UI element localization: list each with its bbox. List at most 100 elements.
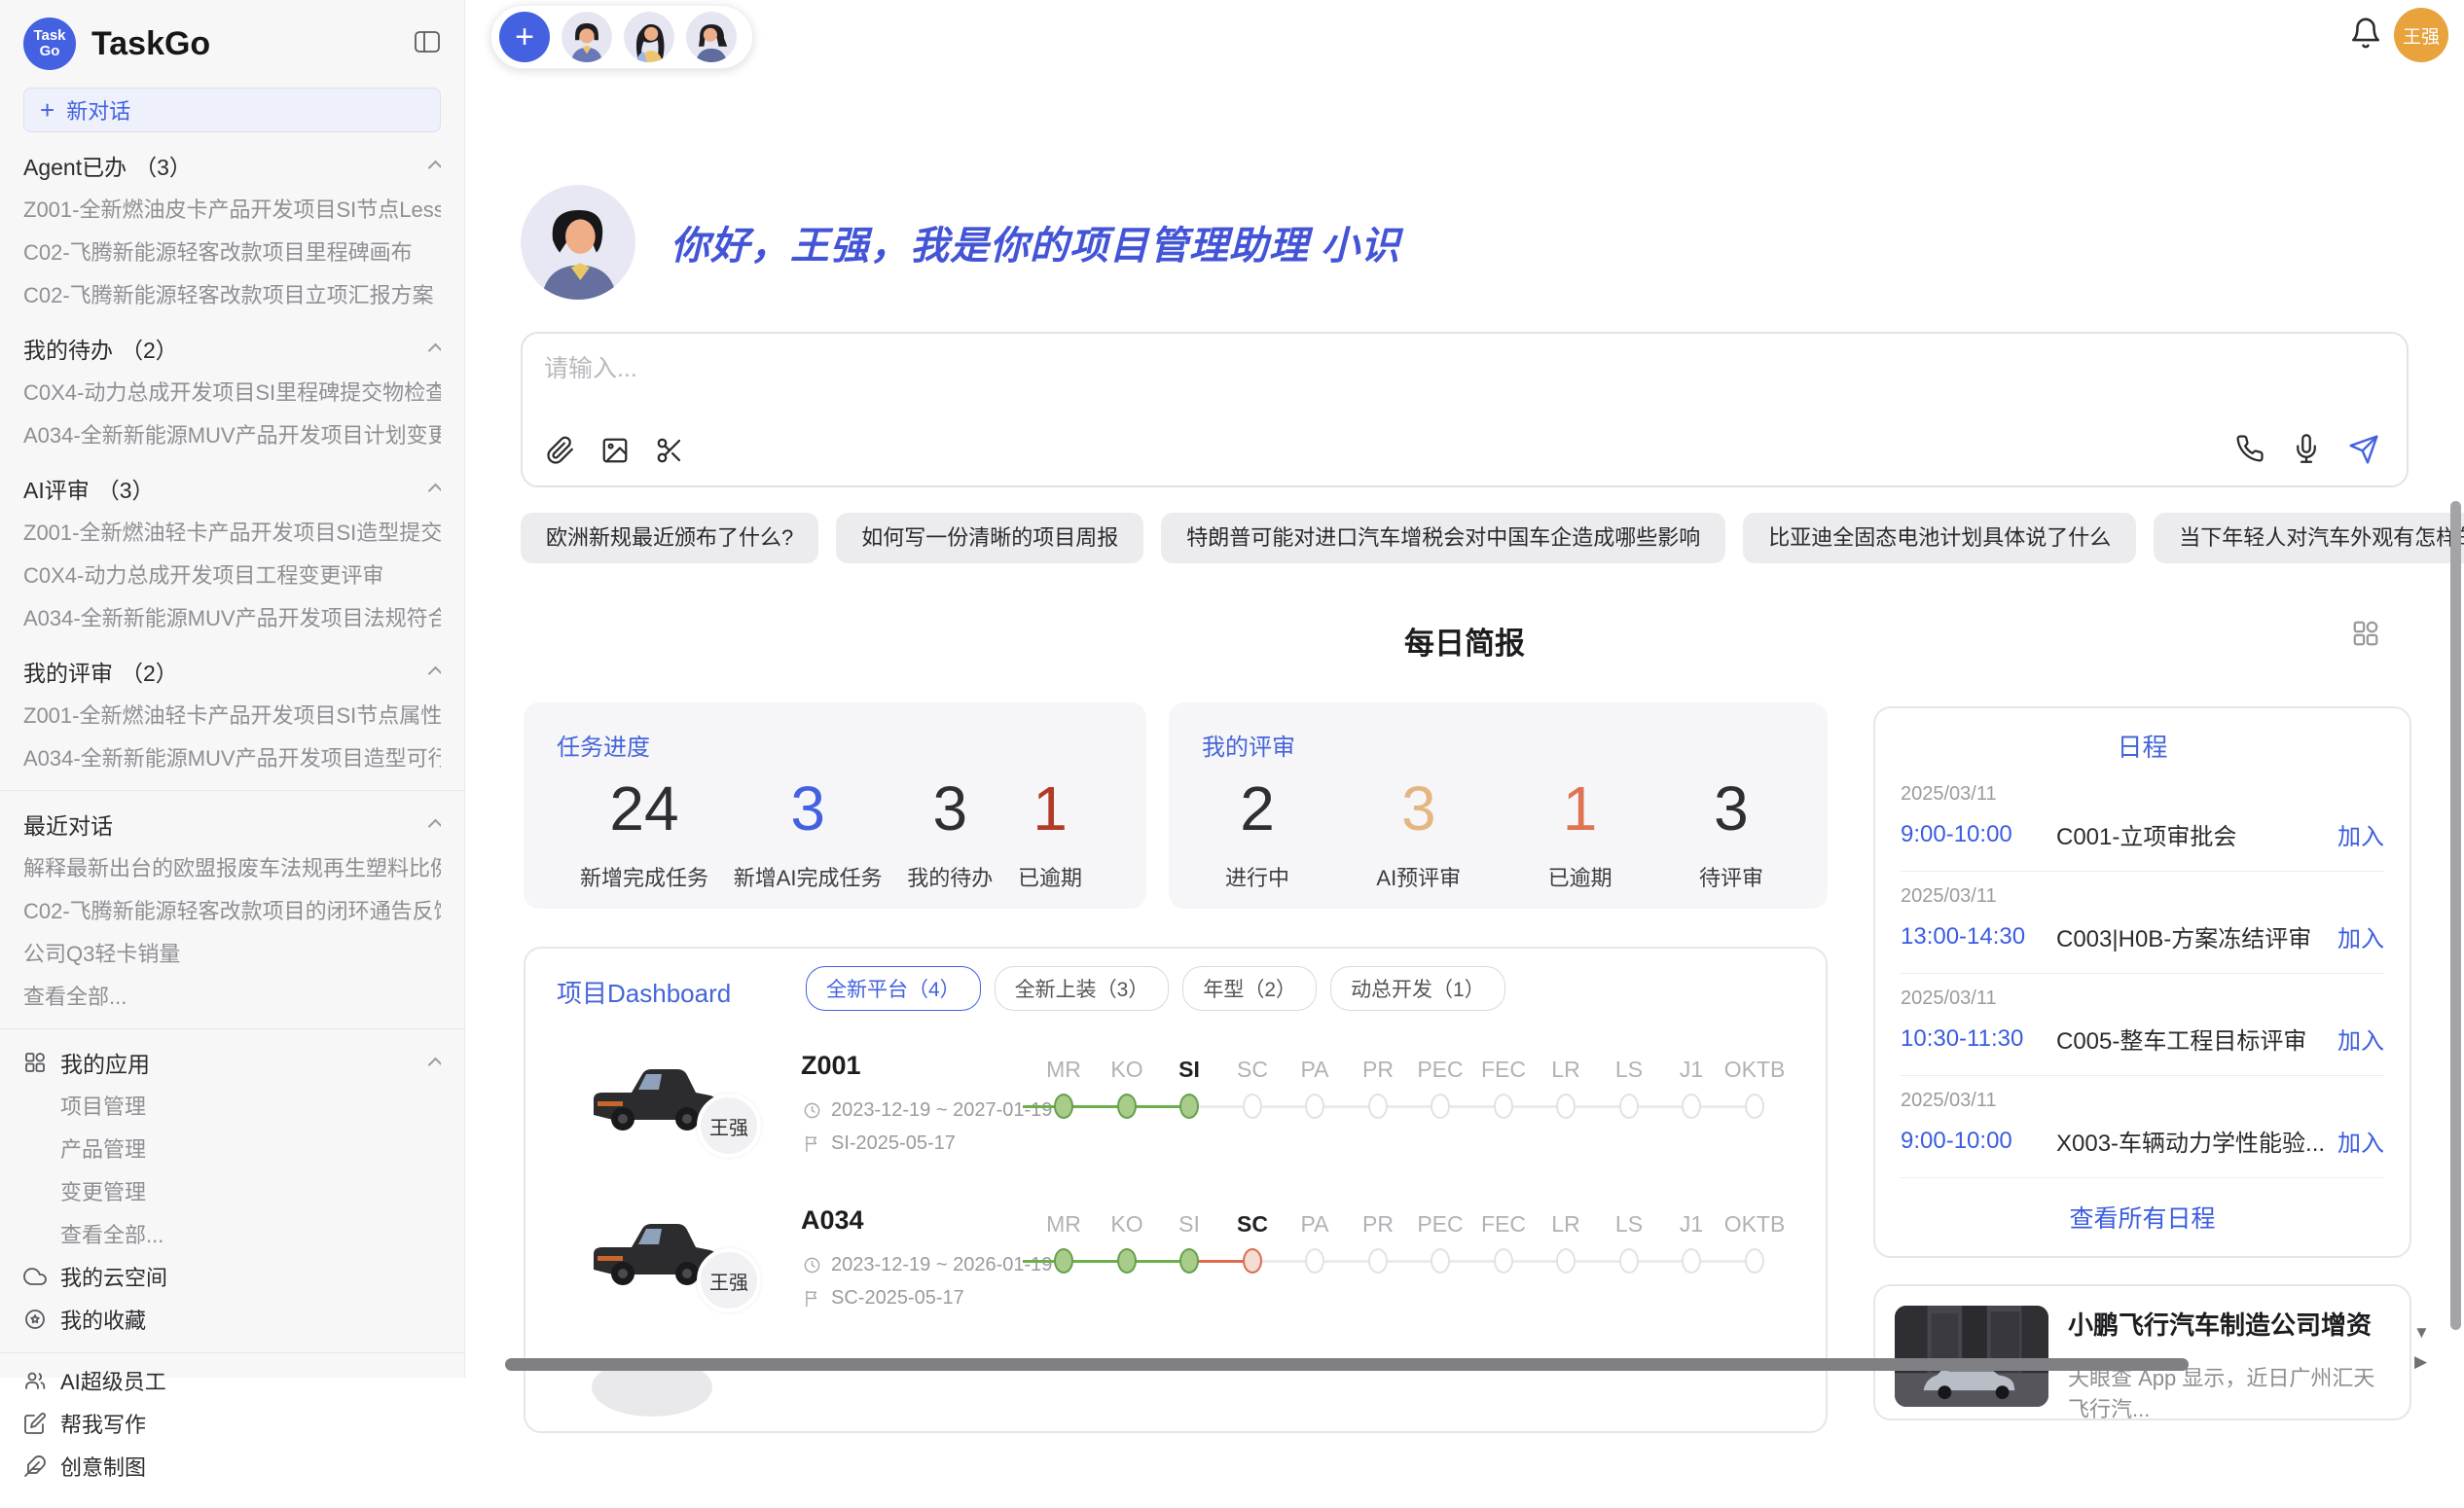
vertical-scrollbar-thumb[interactable] <box>2450 501 2461 1330</box>
join-link[interactable]: 加入 <box>2337 1022 2384 1056</box>
image-icon[interactable] <box>600 436 630 470</box>
app-item-change-mgmt[interactable]: 变更管理 <box>23 1169 441 1212</box>
users-icon <box>23 1369 47 1392</box>
news-card[interactable]: 小鹏飞行汽车制造公司增资 天眼查 App 显示，近日广州汇天飞行汽... <box>1873 1284 2411 1420</box>
section-header-my-review[interactable]: 我的评审 （2） <box>23 650 441 693</box>
quick-actions-pill: + <box>490 5 753 69</box>
section-title: AI评审 <box>23 472 90 505</box>
project-row-z001[interactable]: 王强 Z001 2023-12-19 ~ 2027-01-19 SI-2025-… <box>525 1043 1826 1199</box>
recent-chat-item[interactable]: C02-飞腾新能源轻客改款项目的闭环通告反馈情况 <box>23 888 441 931</box>
user-avatar-label: 王强 <box>2403 22 2440 49</box>
section-header-ai-review[interactable]: AI评审 （3） <box>23 467 441 510</box>
sidebar-item-cloud-space[interactable]: 我的云空间 <box>23 1255 441 1298</box>
schedule-time: 13:00-14:30 <box>1901 923 2056 951</box>
owner-badge: 王强 <box>697 1248 761 1312</box>
scissors-icon[interactable] <box>655 436 684 470</box>
sidebar-item[interactable]: Z001-全新燃油轻卡产品开发项目SI节点属性5D文件评审 <box>23 693 441 736</box>
plus-icon: + <box>40 95 54 126</box>
milestone-node-pending <box>1431 1248 1450 1274</box>
view-all-schedule-link[interactable]: 查看所有日程 <box>1901 1200 2384 1235</box>
schedule-time: 10:30-11:30 <box>1901 1025 2056 1053</box>
sidebar-item[interactable]: A034-全新新能源MUV产品开发项目造型可行性评审 <box>23 736 441 778</box>
recent-chat-item[interactable]: 公司Q3轻卡销量 <box>23 931 441 974</box>
notification-bell-icon[interactable] <box>2349 16 2382 55</box>
send-icon[interactable] <box>2348 434 2379 470</box>
filter-chip-powertrain[interactable]: 动总开发（1） <box>1330 966 1505 1011</box>
app-item-project-mgmt[interactable]: 项目管理 <box>23 1084 441 1127</box>
divider <box>0 790 464 791</box>
sidebar-item[interactable]: Z001-全新燃油轻卡产品开发项目SI造型提交物评审 <box>23 510 441 553</box>
news-thumbnail <box>1895 1306 2048 1407</box>
add-contact-button[interactable]: + <box>499 12 550 62</box>
milestone-timeline: MR KO SI SC PA PR PEC FEC LR LS J1 OKTB <box>1064 1043 1823 1160</box>
avatar-contact-2[interactable] <box>624 12 674 62</box>
sidebar-item[interactable]: A034-全新新能源MUV产品开发项目计划变更表编写 <box>23 413 441 455</box>
milestone-node-pending <box>1494 1248 1513 1274</box>
scroll-down-arrow[interactable]: ▼ <box>2413 1323 2430 1343</box>
join-link[interactable]: 加入 <box>2337 1124 2384 1158</box>
sidebar-item[interactable]: Z001-全新燃油皮卡产品开发项目SI节点Lesson Learn报告 <box>23 187 441 230</box>
schedule-event-title: X003-车辆动力学性能验... <box>2056 1124 2337 1158</box>
join-link[interactable]: 加入 <box>2337 919 2384 953</box>
suggestion-chip[interactable]: 比亚迪全固态电池计划具体说了什么 <box>1743 513 2136 563</box>
suggestion-chip[interactable]: 欧洲新规最近颁布了什么? <box>521 513 818 563</box>
sidebar-item-favorites[interactable]: 我的收藏 <box>23 1298 441 1341</box>
filter-chip-platform[interactable]: 全新平台（4） <box>806 966 981 1011</box>
user-avatar[interactable]: 王强 <box>2394 8 2448 62</box>
sidebar-item[interactable]: C02-飞腾新能源轻客改款项目立项汇报方案 <box>23 272 441 315</box>
attachment-icon[interactable] <box>546 436 575 470</box>
avatar-contact-1[interactable] <box>562 12 612 62</box>
sidebar-item[interactable]: A034-全新新能源MUV产品开发项目法规符合性评审 <box>23 595 441 638</box>
layout-grid-icon[interactable] <box>2351 619 2380 653</box>
new-chat-label: 新对话 <box>66 94 130 126</box>
sidebar-item-ai-employee[interactable]: AI超级员工 <box>23 1359 441 1402</box>
divider <box>0 1028 464 1029</box>
section-header-my-apps[interactable]: 我的应用 <box>23 1041 441 1084</box>
sidebar-collapse-icon[interactable] <box>414 29 441 59</box>
sidebar-item[interactable]: C0X4-动力总成开发项目SI里程碑提交物检查 <box>23 370 441 413</box>
schedule-time: 9:00-10:00 <box>1901 821 2056 848</box>
owner-name: 王强 <box>709 1267 748 1295</box>
suggestion-chip[interactable]: 特朗普可能对进口汽车增税会对中国车企造成哪些影响 <box>1161 513 1725 563</box>
sidebar-item[interactable]: C0X4-动力总成开发项目工程变更评审 <box>23 553 441 595</box>
scroll-right-arrow[interactable]: ▶ <box>2414 1352 2427 1372</box>
recent-chat-item[interactable]: 解释最新出台的欧盟报废车法规再生塑料比例被调至15%... <box>23 845 441 888</box>
stat-review-overdue: 1 已逾期 <box>1548 773 1612 892</box>
schedule-card: 日程 2025/03/11 9:00-10:00 C001-立项审批会 加入 2… <box>1873 706 2411 1258</box>
join-link[interactable]: 加入 <box>2337 817 2384 851</box>
stat-ai-prereview: 3 AI预评审 <box>1376 773 1461 892</box>
milestone-node-done <box>1054 1248 1073 1274</box>
apps-view-all[interactable]: 查看全部... <box>23 1212 441 1255</box>
sidebar-item-creative-draw[interactable]: 创意制图 <box>23 1445 441 1488</box>
news-body: 小鹏飞行汽车制造公司增资 天眼查 App 显示，近日广州汇天飞行汽... <box>2068 1306 2390 1399</box>
section-header-agent-done[interactable]: Agent已办 （3） <box>23 144 441 187</box>
chat-input[interactable] <box>544 349 2198 417</box>
stat-new-completed: 24 新增完成任务 <box>580 773 708 892</box>
cloud-space-label: 我的云空间 <box>60 1261 167 1292</box>
sidebar-item[interactable]: C02-飞腾新能源轻客改款项目里程碑画布 <box>23 230 441 272</box>
section-count: （3） <box>134 149 192 182</box>
project-row-a034[interactable]: 王强 A034 2023-12-19 ~ 2026-01-19 SC-2025-… <box>525 1198 1826 1353</box>
phone-call-icon[interactable] <box>2235 434 2265 470</box>
filter-chip-upfit[interactable]: 全新上装（3） <box>995 966 1170 1011</box>
microphone-icon[interactable] <box>2292 434 2321 470</box>
greeting-block: 你好，王强，我是你的项目管理助理 小识 <box>521 185 1400 300</box>
filter-chip-modelyear[interactable]: 年型（2） <box>1182 966 1317 1011</box>
schedule-event-title: C005-整车工程目标评审 <box>2056 1022 2337 1056</box>
avatar-contact-3[interactable] <box>686 12 737 62</box>
sidebar-item-write-helper[interactable]: 帮我写作 <box>23 1402 441 1445</box>
section-header-recent-chats[interactable]: 最近对话 <box>23 803 441 845</box>
horizontal-scrollbar-thumb[interactable] <box>505 1358 2189 1371</box>
milestone-node-pending <box>1556 1248 1576 1274</box>
milestone-node-pending <box>1682 1094 1701 1119</box>
recent-view-all[interactable]: 查看全部... <box>23 974 441 1017</box>
section-header-my-todo[interactable]: 我的待办 （2） <box>23 327 441 370</box>
milestone-node-pending <box>1368 1094 1388 1119</box>
suggestion-chip[interactable]: 当下年轻人对汽车外观有怎样的喜好趋势 <box>2154 513 2464 563</box>
schedule-event-title: C001-立项审批会 <box>2056 817 2337 851</box>
schedule-date: 2025/03/11 <box>1901 1090 2384 1112</box>
new-chat-button[interactable]: + 新对话 <box>23 88 441 132</box>
app-item-product-mgmt[interactable]: 产品管理 <box>23 1127 441 1169</box>
milestone-node-done <box>1117 1094 1137 1119</box>
suggestion-chip[interactable]: 如何写一份清晰的项目周报 <box>836 513 1143 563</box>
